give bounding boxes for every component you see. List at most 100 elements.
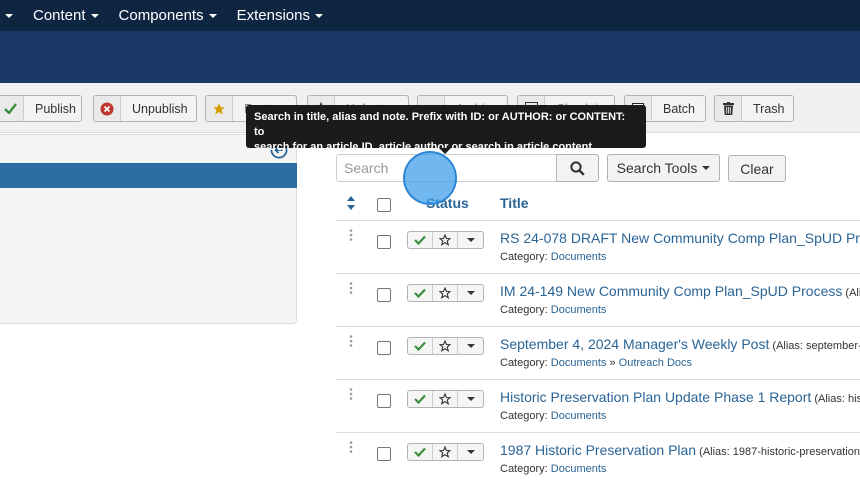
featured-toggle[interactable] bbox=[433, 232, 458, 248]
star-outline-icon bbox=[439, 287, 451, 299]
star-outline-icon bbox=[439, 393, 451, 405]
chevron-down-icon bbox=[314, 13, 323, 18]
breadcrumb-separator: » bbox=[609, 357, 616, 369]
article-alias: (Alias: historic bbox=[814, 393, 860, 405]
star-outline-icon bbox=[439, 340, 451, 352]
published-toggle[interactable] bbox=[408, 285, 433, 301]
category-link[interactable]: Documents bbox=[551, 463, 607, 475]
actions-dropdown[interactable] bbox=[458, 391, 483, 407]
drag-handle-icon[interactable] bbox=[348, 335, 354, 347]
chevron-down-icon bbox=[466, 397, 475, 401]
check-icon bbox=[0, 96, 24, 121]
category-label: Category: bbox=[500, 357, 548, 369]
status-button-group bbox=[407, 284, 484, 302]
article-title-link[interactable]: IM 24-149 New Community Comp Plan_SpUD P… bbox=[500, 283, 842, 299]
check-icon bbox=[414, 447, 426, 457]
chevron-down-icon bbox=[466, 344, 475, 348]
table-row: IM 24-149 New Community Comp Plan_SpUD P… bbox=[336, 274, 860, 327]
publish-button[interactable]: Publish bbox=[0, 95, 82, 122]
table-row: 1987 Historic Preservation Plan (Alias: … bbox=[336, 433, 860, 480]
category-label: Category: bbox=[500, 304, 548, 316]
featured-toggle[interactable] bbox=[433, 391, 458, 407]
row-checkbox[interactable] bbox=[377, 235, 391, 249]
published-toggle[interactable] bbox=[408, 444, 433, 460]
sidebar-active-item[interactable] bbox=[0, 163, 297, 188]
chevron-down-icon bbox=[5, 13, 13, 18]
trash-icon bbox=[715, 96, 742, 121]
category-link[interactable]: Documents bbox=[551, 410, 607, 422]
status-button-group bbox=[407, 231, 484, 249]
times-circle-icon bbox=[94, 96, 121, 121]
nav-item-components[interactable]: Components bbox=[105, 7, 223, 24]
top-navbar: Content Components Extensions bbox=[0, 0, 860, 31]
chevron-down-icon bbox=[466, 450, 475, 454]
actions-dropdown[interactable] bbox=[458, 285, 483, 301]
subcategory-link[interactable]: Outreach Docs bbox=[619, 357, 692, 369]
star-outline-icon bbox=[439, 446, 451, 458]
star-outline-icon bbox=[439, 234, 451, 246]
status-button-group bbox=[407, 390, 484, 408]
header-band bbox=[0, 31, 860, 83]
check-icon bbox=[414, 394, 426, 404]
category-link[interactable]: Documents bbox=[551, 304, 607, 316]
chevron-down-icon bbox=[702, 166, 711, 170]
check-icon bbox=[414, 341, 426, 351]
check-icon bbox=[414, 235, 426, 245]
status-button-group bbox=[407, 337, 484, 355]
select-all-checkbox[interactable] bbox=[377, 198, 391, 212]
published-toggle[interactable] bbox=[408, 391, 433, 407]
featured-toggle[interactable] bbox=[433, 444, 458, 460]
chevron-down-icon bbox=[466, 238, 475, 242]
table-row: September 4, 2024 Manager's Weekly Post … bbox=[336, 327, 860, 380]
nav-item-content[interactable]: Content bbox=[19, 7, 105, 24]
chevron-down-icon bbox=[90, 13, 99, 18]
clear-button[interactable]: Clear bbox=[728, 155, 786, 182]
nav-item-hidden[interactable] bbox=[0, 13, 19, 18]
chevron-down-icon bbox=[466, 291, 475, 295]
article-alias: (Alias: 1987-historic-preservation-pla bbox=[699, 446, 860, 458]
row-checkbox[interactable] bbox=[377, 394, 391, 408]
drag-handle-icon[interactable] bbox=[348, 282, 354, 294]
article-alias: (Alias: september-4-20 bbox=[772, 340, 860, 352]
search-icon bbox=[570, 160, 585, 176]
row-checkbox[interactable] bbox=[377, 341, 391, 355]
published-toggle[interactable] bbox=[408, 232, 433, 248]
table-row: RS 24-078 DRAFT New Community Comp Plan_… bbox=[336, 221, 860, 274]
check-icon bbox=[414, 288, 426, 298]
drag-handle-icon[interactable] bbox=[348, 229, 354, 241]
category-link[interactable]: Documents bbox=[551, 357, 607, 369]
actions-dropdown[interactable] bbox=[458, 232, 483, 248]
article-title-link[interactable]: September 4, 2024 Manager's Weekly Post bbox=[500, 336, 769, 352]
row-checkbox[interactable] bbox=[377, 447, 391, 461]
article-title-link[interactable]: 1987 Historic Preservation Plan bbox=[500, 442, 696, 458]
featured-toggle[interactable] bbox=[433, 285, 458, 301]
table-row: Historic Preservation Plan Update Phase … bbox=[336, 380, 860, 433]
category-link[interactable]: Documents bbox=[551, 251, 607, 263]
trash-button[interactable]: Trash bbox=[714, 95, 794, 122]
article-title-link[interactable]: Historic Preservation Plan Update Phase … bbox=[500, 389, 811, 405]
sidebar bbox=[0, 134, 297, 324]
sort-icon[interactable] bbox=[345, 196, 357, 210]
tooltip-line-1: Search in title, alias and note. Prefix … bbox=[254, 111, 626, 138]
article-alias: (Alias: im bbox=[845, 287, 860, 299]
featured-toggle[interactable] bbox=[433, 338, 458, 354]
article-title-link[interactable]: RS 24-078 DRAFT New Community Comp Plan_… bbox=[500, 230, 860, 246]
category-label: Category: bbox=[500, 463, 548, 475]
published-toggle[interactable] bbox=[408, 338, 433, 354]
search-tooltip: Search in title, alias and note. Prefix … bbox=[246, 105, 646, 153]
chevron-down-icon bbox=[208, 13, 217, 18]
actions-dropdown[interactable] bbox=[458, 338, 483, 354]
drag-handle-icon[interactable] bbox=[348, 388, 354, 400]
status-button-group bbox=[407, 443, 484, 461]
actions-dropdown[interactable] bbox=[458, 444, 483, 460]
drag-handle-icon[interactable] bbox=[348, 441, 354, 453]
nav-item-extensions[interactable]: Extensions bbox=[223, 7, 329, 24]
row-checkbox[interactable] bbox=[377, 288, 391, 302]
search-tools-button[interactable]: Search Tools bbox=[607, 154, 720, 182]
title-column-header[interactable]: Title bbox=[500, 195, 529, 211]
star-icon bbox=[206, 96, 233, 121]
click-indicator bbox=[403, 151, 457, 205]
search-button[interactable] bbox=[556, 154, 599, 182]
unpublish-button[interactable]: Unpublish bbox=[93, 95, 197, 122]
category-label: Category: bbox=[500, 410, 548, 422]
